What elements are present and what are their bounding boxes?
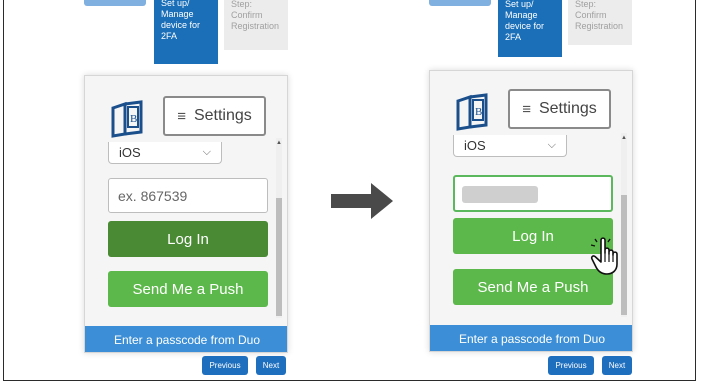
- after-panel: Set up/ Manage device for 2FA Step: Conf…: [350, 0, 695, 380]
- step-confirm-registration[interactable]: Step: Confirm Registration: [568, 0, 632, 45]
- step-line: Set up/: [161, 0, 190, 8]
- svg-text:B: B: [130, 113, 137, 125]
- device-select-value: iOS: [119, 145, 141, 160]
- scrollbar-thumb[interactable]: [276, 198, 282, 316]
- progress-stub: [429, 0, 491, 6]
- next-button[interactable]: Next: [602, 356, 632, 375]
- settings-button[interactable]: ≡ Settings: [508, 89, 611, 129]
- settings-button[interactable]: ≡ Settings: [163, 96, 266, 136]
- step-line: Set up/: [505, 0, 534, 9]
- passcode-input[interactable]: [453, 175, 613, 212]
- settings-label: Settings: [538, 100, 597, 117]
- push-label: Send Me a Push: [477, 278, 589, 296]
- passcode-hint-bar: Enter a passcode from Duo: [430, 325, 632, 351]
- hamburger-icon: ≡: [522, 100, 531, 118]
- step-setup-device[interactable]: Set up/ Manage device for 2FA: [498, 0, 562, 57]
- duo-login-card: B ≡ Settings iOS ⌵ ex. 867539 Log In Sen…: [84, 75, 288, 353]
- passcode-hint-text: Enter a passcode from Duo: [113, 333, 261, 347]
- device-select-value: iOS: [464, 138, 486, 153]
- step-line: Step:: [575, 0, 597, 9]
- passcode-placeholder: ex. 867539: [118, 187, 188, 204]
- step-setup-device[interactable]: Set up/ Manage device for 2FA: [154, 0, 218, 64]
- settings-label: Settings: [193, 107, 252, 124]
- step-line: Step:: [231, 0, 253, 9]
- passcode-hint-bar: Enter a passcode from Duo: [85, 326, 287, 352]
- before-panel: Set up/ Manage device for 2FA Step: Conf…: [4, 0, 334, 380]
- next-label: Next: [608, 361, 626, 370]
- previous-button[interactable]: Previous: [202, 356, 248, 375]
- login-button[interactable]: Log In: [108, 221, 268, 257]
- step-line: 2FA: [505, 32, 522, 42]
- masked-passcode: [462, 186, 538, 203]
- step-line: Manage: [505, 10, 538, 20]
- step-confirm-registration[interactable]: Step: Confirm Registration: [224, 0, 288, 50]
- passcode-input[interactable]: ex. 867539: [108, 178, 268, 213]
- step-line: Manage: [161, 9, 194, 19]
- svg-text:B: B: [475, 106, 482, 118]
- login-label: Log In: [512, 227, 554, 245]
- step-line: Registration: [231, 21, 280, 31]
- progress-stub: [84, 0, 146, 6]
- next-label: Next: [262, 361, 280, 370]
- step-line: Registration: [575, 21, 624, 31]
- scroll-up-icon[interactable]: ▲: [276, 140, 282, 146]
- push-label: Send Me a Push: [132, 280, 244, 298]
- previous-button[interactable]: Previous: [548, 356, 594, 375]
- card-body: B ≡ Settings iOS ⌵ ex. 867539 Log In Sen…: [85, 76, 287, 352]
- device-select[interactable]: iOS ⌵: [453, 135, 567, 157]
- send-push-button[interactable]: Send Me a Push: [453, 269, 613, 305]
- duo-login-card: B ≡ Settings iOS ⌵ Log In Send Me a Push…: [429, 70, 633, 352]
- previous-label: Previous: [555, 361, 587, 370]
- hamburger-icon: ≡: [177, 107, 186, 125]
- next-button[interactable]: Next: [256, 356, 286, 375]
- passcode-hint-text: Enter a passcode from Duo: [458, 332, 606, 346]
- hand-pointer-icon: [590, 237, 618, 275]
- previous-label: Previous: [209, 361, 241, 370]
- scroll-up-icon[interactable]: ▲: [621, 135, 627, 141]
- device-select[interactable]: iOS ⌵: [108, 142, 222, 164]
- step-line: Confirm: [231, 10, 263, 20]
- step-line: Confirm: [575, 10, 607, 20]
- step-line: device for: [161, 20, 201, 30]
- book-logo-icon: B: [111, 100, 143, 138]
- login-button[interactable]: Log In: [453, 218, 613, 254]
- login-label: Log In: [167, 230, 209, 248]
- step-line: 2FA: [161, 31, 178, 41]
- step-line: device for: [505, 21, 545, 31]
- chevron-down-icon: ⌵: [547, 139, 556, 151]
- book-logo-icon: B: [456, 93, 488, 131]
- chevron-down-icon: ⌵: [202, 146, 211, 158]
- screenshot-frame: Set up/ Manage device for 2FA Step: Conf…: [3, 0, 696, 381]
- send-push-button[interactable]: Send Me a Push: [108, 271, 268, 307]
- card-body: B ≡ Settings iOS ⌵ Log In Send Me a Push…: [430, 71, 632, 351]
